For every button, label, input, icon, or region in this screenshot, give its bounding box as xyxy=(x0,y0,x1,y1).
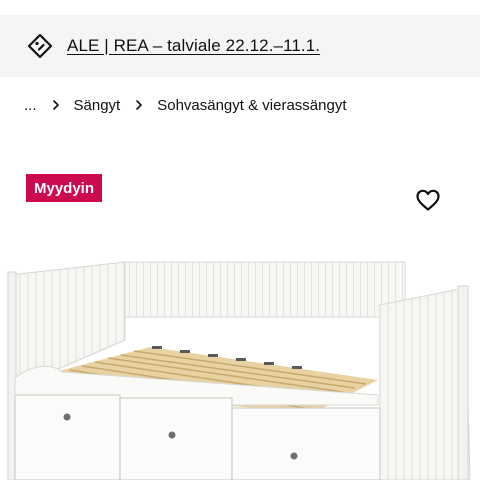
daybed-illustration xyxy=(7,261,471,481)
price-tag-icon xyxy=(26,32,54,60)
product-image[interactable] xyxy=(0,250,480,481)
chevron-right-icon xyxy=(50,99,62,111)
bestseller-badge: Myydyin xyxy=(26,174,103,202)
breadcrumb-item-sofa-beds[interactable]: Sohvasängyt & vierassängyt xyxy=(157,97,346,114)
favorite-button[interactable] xyxy=(411,183,445,217)
chevron-right-icon xyxy=(133,99,145,111)
breadcrumb: ... Sängyt Sohvasängyt & vierassängyt xyxy=(24,94,347,116)
breadcrumb-item-beds[interactable]: Sängyt xyxy=(74,97,121,114)
heart-icon xyxy=(415,188,441,212)
promo-link[interactable]: ALE | REA – talviale 22.12.–11.1. xyxy=(67,36,320,56)
promo-banner[interactable]: ALE | REA – talviale 22.12.–11.1. xyxy=(0,15,480,77)
breadcrumb-ellipsis[interactable]: ... xyxy=(24,97,37,114)
